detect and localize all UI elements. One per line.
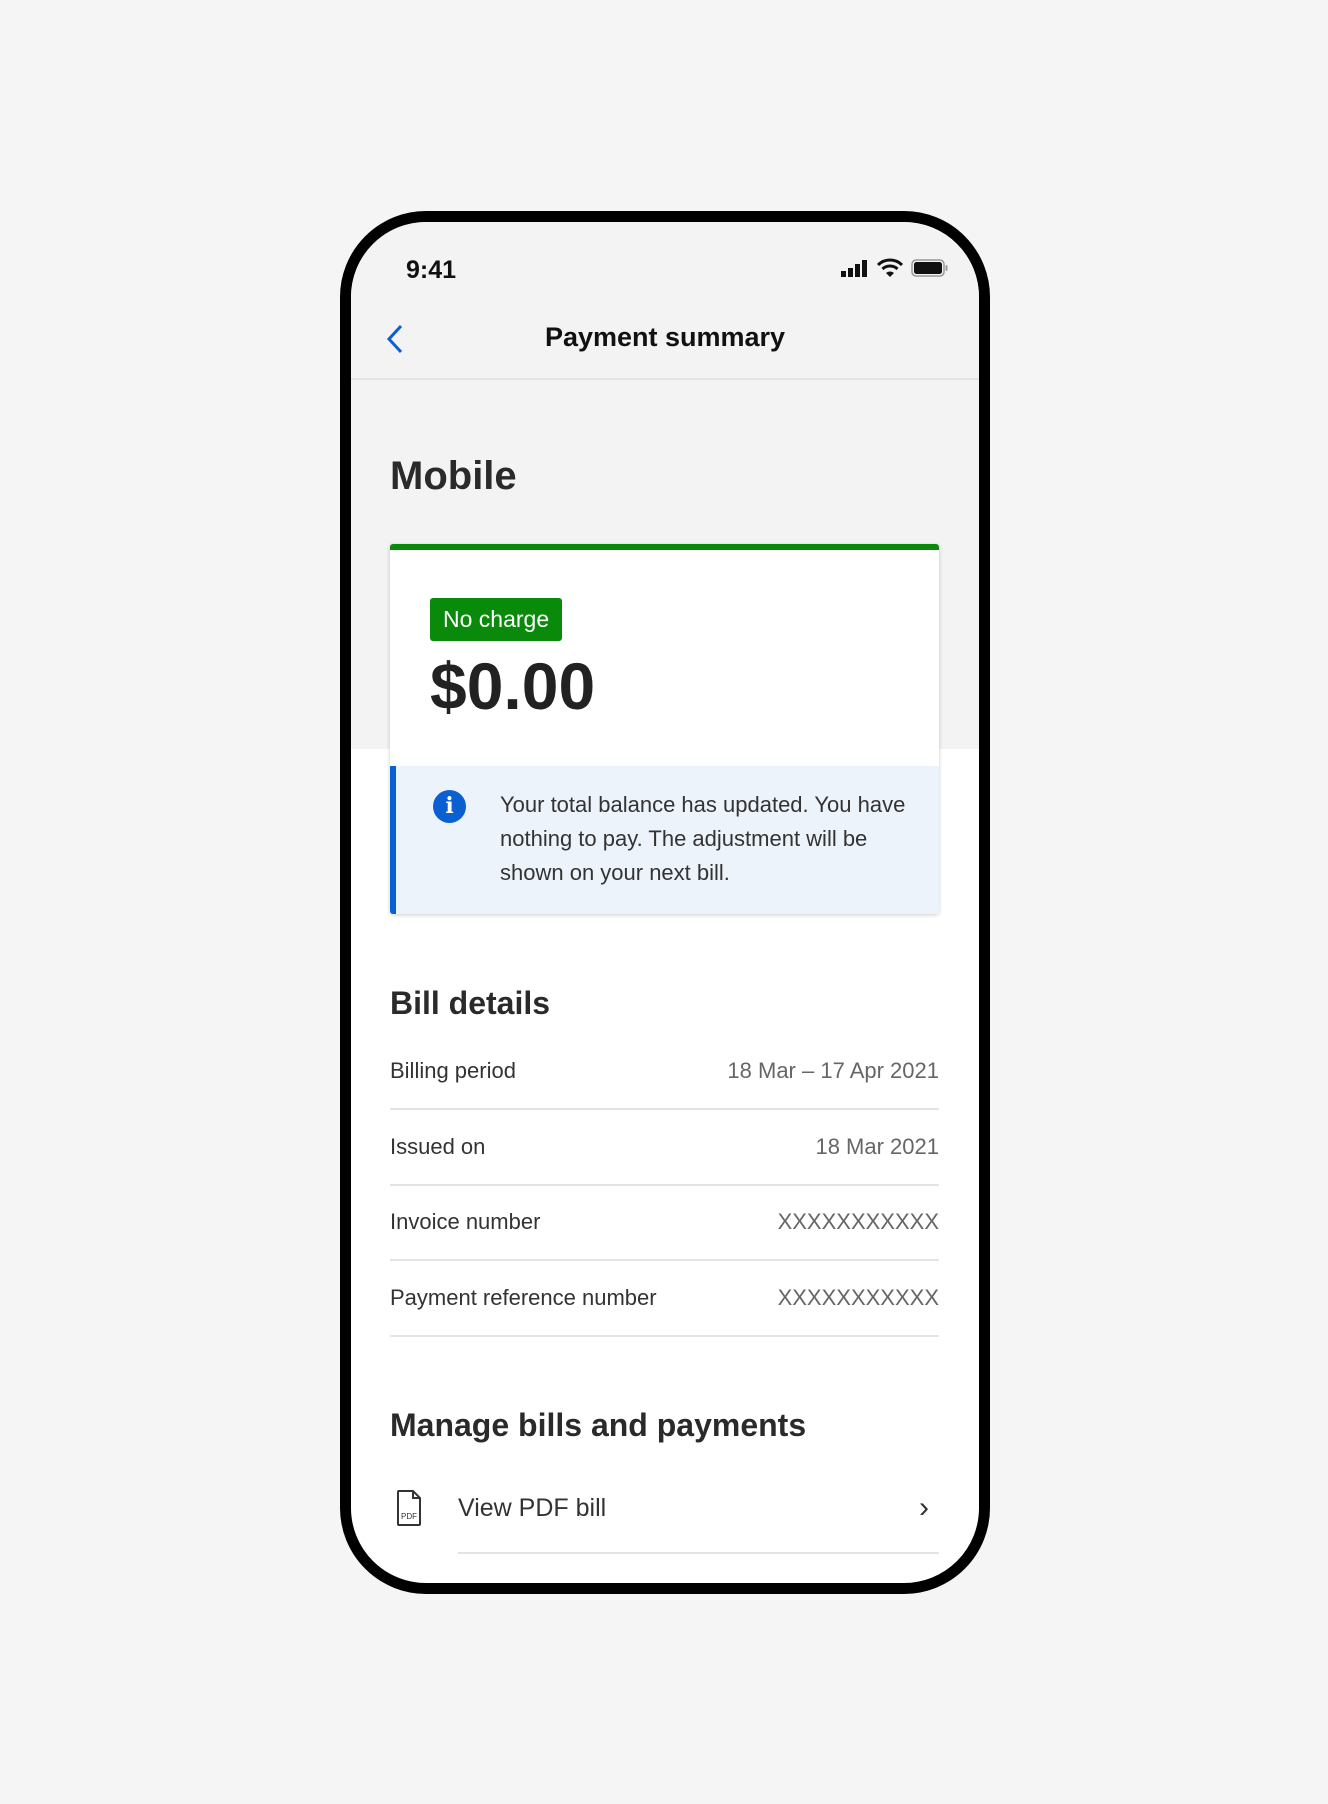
nav-divider: [351, 378, 979, 380]
pdf-file-icon: PDF: [397, 1490, 421, 1526]
row-value: 18 Mar 2021: [815, 1134, 939, 1159]
row-label: Billing period: [390, 1058, 516, 1083]
view-bill-history-link[interactable]: View bill history ›: [390, 1554, 939, 1595]
screen: 9:41 Payment summary Mobile No charge $0…: [351, 222, 979, 1583]
row-label: Issued on: [390, 1134, 486, 1159]
link-label: View PDF bill: [458, 1493, 607, 1522]
row-value: XXXXXXXXXXX: [777, 1209, 939, 1234]
manage-title: Manage bills and payments: [390, 1407, 807, 1443]
view-pdf-bill-link[interactable]: PDF View PDF bill ›: [390, 1464, 939, 1552]
status-icons: [841, 258, 949, 278]
row-label: Payment reference number: [390, 1285, 657, 1310]
battery-icon: [911, 259, 948, 277]
bill-details-title: Bill details: [390, 985, 551, 1021]
table-row: Issued on 18 Mar 2021: [390, 1110, 939, 1186]
signal-icon: [841, 260, 867, 277]
table-row: Billing period 18 Mar – 17 Apr 2021: [390, 1034, 939, 1110]
row-value: 18 Mar – 17 Apr 2021: [727, 1058, 939, 1083]
info-banner: i Your total balance has updated. You ha…: [390, 766, 939, 914]
section-title: Mobile: [390, 454, 517, 498]
row-label: Invoice number: [390, 1209, 541, 1234]
chevron-right-icon: ›: [919, 1491, 929, 1524]
row-value: XXXXXXXXXXX: [777, 1285, 939, 1310]
info-text: Your total balance has updated. You have…: [500, 792, 906, 885]
phone-frame: 9:41 Payment summary Mobile No charge $0…: [340, 211, 990, 1594]
status-badge: No charge: [430, 598, 563, 641]
chevron-right-icon: ›: [919, 1581, 929, 1583]
bill-history-icon: [390, 1578, 428, 1594]
status-time: 9:41: [406, 256, 457, 284]
svg-text:PDF: PDF: [401, 1512, 417, 1521]
page-title: Payment summary: [544, 322, 786, 352]
summary-card: No charge $0.00 i Your total balance has…: [390, 544, 939, 914]
wifi-icon: [877, 258, 903, 277]
link-label: View bill history: [458, 1584, 919, 1595]
amount: $0.00: [430, 649, 596, 723]
info-icon: i: [433, 790, 466, 823]
table-row: Payment reference number XXXXXXXXXXX: [390, 1261, 939, 1337]
table-row: Invoice number XXXXXXXXXXX: [390, 1185, 939, 1261]
